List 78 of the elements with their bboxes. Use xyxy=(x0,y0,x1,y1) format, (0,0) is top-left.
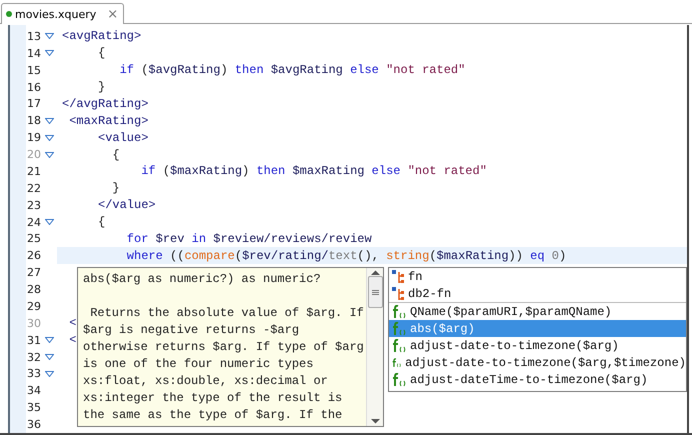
line-number: 28 xyxy=(26,283,42,296)
scroll-down-icon[interactable] xyxy=(370,418,380,424)
description-line: xs:integer the type of the result is xyxy=(83,390,344,407)
code-line: if ($avgRating) then $avgRating else "not rated" xyxy=(118,62,466,79)
line-number: 34 xyxy=(26,384,42,398)
function-icon xyxy=(392,356,402,370)
description-line: $arg is negative returns -$arg xyxy=(83,322,300,339)
completion-item[interactable]: fn xyxy=(389,268,686,285)
line-number: 22 xyxy=(26,182,42,195)
line-number: 25 xyxy=(26,232,42,246)
description-line: is one of the four numeric types xyxy=(83,356,314,373)
code-line: } xyxy=(111,180,120,197)
function-icon xyxy=(392,372,406,386)
code-line: <avgRating> xyxy=(61,28,142,45)
code-line: { xyxy=(97,214,106,230)
code-line: if ($maxRating) then $maxRating else "not rated" xyxy=(140,163,487,180)
code-line: for $rev in $review/reviews/review xyxy=(126,230,372,248)
fold-toggle-icon[interactable] xyxy=(45,370,54,377)
namespace-icon xyxy=(392,286,404,300)
line-number: 27 xyxy=(26,266,42,280)
fold-toggle-icon[interactable] xyxy=(45,33,54,40)
function-icon xyxy=(392,338,406,352)
line-number: 17 xyxy=(26,97,42,110)
status-dot-icon xyxy=(6,11,12,17)
grip-icon xyxy=(372,290,378,294)
line-number: 26 xyxy=(26,249,42,262)
line-number: 35 xyxy=(26,401,42,414)
completion-item[interactable]: adjust-date-to-timezone($arg,$timezone) xyxy=(389,354,686,371)
line-number: 18 xyxy=(26,114,42,128)
description-line: Returns the absolute value of $arg. If xyxy=(89,305,361,322)
line-number: 21 xyxy=(26,164,42,178)
line-number: 24 xyxy=(26,216,42,229)
fold-toggle-icon[interactable] xyxy=(45,50,54,56)
line-number: 31 xyxy=(26,334,42,347)
line-number: 23 xyxy=(26,198,42,212)
line-number: 19 xyxy=(26,131,42,144)
fold-toggle-icon[interactable] xyxy=(45,219,54,226)
fold-toggle-icon[interactable] xyxy=(45,337,54,344)
line-number: 30 xyxy=(26,316,42,330)
line-number: 29 xyxy=(26,300,42,313)
completion-item[interactable]: QName($paramURI,$paramQName) xyxy=(389,303,686,320)
completion-item[interactable]: adjust-date-to-timezone($arg) xyxy=(389,337,686,354)
line-number: 33 xyxy=(26,367,42,380)
line-number: 16 xyxy=(26,80,42,94)
code-line: } xyxy=(97,79,106,96)
fold-toggle-icon[interactable] xyxy=(45,152,54,158)
fold-toggle-icon[interactable] xyxy=(45,134,54,141)
function-signature: abs($arg as numeric?) as numeric? xyxy=(83,271,322,288)
scrollbar[interactable] xyxy=(366,268,383,426)
close-button[interactable]: × xyxy=(99,8,118,20)
code-line: { xyxy=(97,45,106,62)
description-line: the same as the type of $arg. If the xyxy=(83,407,344,424)
description-line: otherwise returns $arg. If type of $arg xyxy=(83,339,361,356)
line-number: 36 xyxy=(26,418,42,432)
code-line: where ((compare($rev/rating/text(), string($maxRating)) eq 0) xyxy=(126,248,566,264)
tab-title: movies.xquery xyxy=(15,8,96,20)
line-number: 14 xyxy=(26,46,42,60)
scroll-thumb[interactable] xyxy=(368,276,382,308)
code-line: </avgRating> xyxy=(61,96,148,112)
code-line: </value> xyxy=(97,197,156,214)
completion-item[interactable]: adjust-dateTime-to-timezone($arg) xyxy=(389,371,686,388)
fold-toggle-icon[interactable] xyxy=(45,354,54,360)
line-number: 20 xyxy=(26,148,42,162)
description-line: xs:float, xs:double, xs:decimal or xyxy=(83,373,329,390)
function-icon xyxy=(392,304,406,318)
file-tab[interactable]: movies.xquery × xyxy=(1,3,124,24)
code-line: < xyxy=(68,315,76,332)
code-line: <maxRating> xyxy=(68,112,148,130)
code-line: { xyxy=(111,146,120,163)
line-number: 32 xyxy=(26,350,42,364)
namespace-icon xyxy=(392,270,404,284)
fold-toggle-icon[interactable] xyxy=(45,118,54,124)
code-line: <value> xyxy=(97,130,148,146)
function-icon xyxy=(392,322,406,336)
completion-item[interactable]: db2-fn xyxy=(389,285,686,303)
code-line: < xyxy=(68,332,76,349)
line-number: 13 xyxy=(26,30,42,43)
line-number: 15 xyxy=(26,64,42,77)
